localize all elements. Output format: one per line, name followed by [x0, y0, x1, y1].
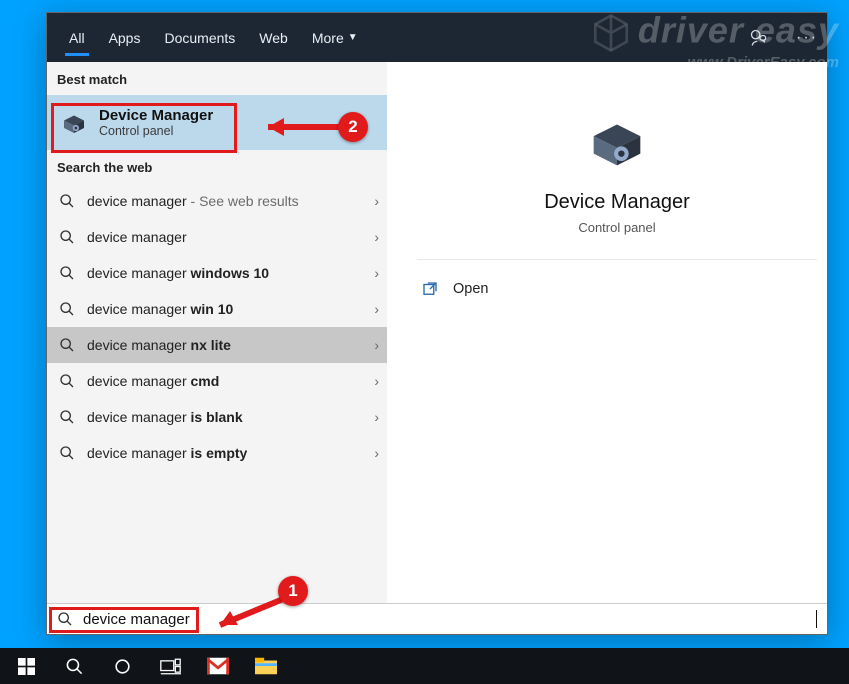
taskbar-gmail-button[interactable]: [196, 648, 240, 684]
cortana-icon: [113, 657, 132, 676]
search-icon: [59, 229, 75, 245]
open-icon: [421, 280, 439, 298]
web-result[interactable]: device manager win 10 ›: [47, 291, 387, 327]
taskbar-taskview-button[interactable]: [148, 648, 192, 684]
device-manager-large-icon: [576, 107, 658, 177]
chevron-right-icon: ›: [374, 409, 379, 425]
chevron-right-icon: ›: [374, 193, 379, 209]
search-icon: [59, 337, 75, 353]
preview-title: Device Manager: [417, 191, 817, 214]
section-best-match-label: Best match: [47, 62, 387, 95]
search-icon: [59, 409, 75, 425]
section-search-web-label: Search the web: [47, 150, 387, 183]
taskbar-search-button[interactable]: [52, 648, 96, 684]
search-icon: [59, 265, 75, 281]
tab-more[interactable]: More▼: [300, 13, 370, 62]
search-icon: [59, 193, 75, 209]
search-icon: [57, 611, 73, 627]
tab-apps[interactable]: Apps: [97, 13, 153, 62]
search-icon: [59, 445, 75, 461]
chevron-right-icon: ›: [374, 301, 379, 317]
web-result[interactable]: device manager ›: [47, 219, 387, 255]
preview-subtitle: Control panel: [417, 220, 817, 235]
taskbar: [0, 648, 849, 684]
results-column: Best match Device Manager Control panel …: [47, 62, 387, 603]
divider: [417, 259, 817, 260]
web-result[interactable]: device manager is empty ›: [47, 435, 387, 471]
preview-pane: Device Manager Control panel Open: [387, 62, 827, 603]
text-caret: [816, 610, 817, 628]
chevron-right-icon: ›: [374, 445, 379, 461]
search-input[interactable]: [83, 611, 817, 628]
open-action[interactable]: Open: [417, 270, 817, 308]
web-result[interactable]: device manager windows 10 ›: [47, 255, 387, 291]
best-match-result[interactable]: Device Manager Control panel: [47, 95, 387, 150]
best-match-subtitle: Control panel: [99, 124, 213, 138]
web-result[interactable]: device manager is blank ›: [47, 399, 387, 435]
web-result[interactable]: device manager cmd ›: [47, 363, 387, 399]
search-icon: [59, 301, 75, 317]
chevron-right-icon: ›: [374, 265, 379, 281]
taskbar-cortana-button[interactable]: [100, 648, 144, 684]
gmail-icon: [207, 657, 229, 675]
open-label: Open: [453, 281, 488, 297]
search-top-bar: All Apps Documents Web More▼ ···: [47, 13, 827, 62]
search-bar[interactable]: [47, 603, 827, 634]
tab-documents[interactable]: Documents: [152, 13, 247, 62]
more-options-icon[interactable]: ···: [793, 24, 821, 52]
chevron-right-icon: ›: [374, 373, 379, 389]
windows-logo-icon: [18, 658, 35, 675]
best-match-title: Device Manager: [99, 107, 213, 124]
chevron-down-icon: ▼: [348, 32, 358, 43]
file-explorer-icon: [255, 657, 277, 675]
feedback-icon[interactable]: [745, 24, 773, 52]
search-panel: All Apps Documents Web More▼ ··· Best ma…: [46, 12, 828, 635]
taskbar-explorer-button[interactable]: [244, 648, 288, 684]
chevron-right-icon: ›: [374, 337, 379, 353]
device-manager-icon: [59, 108, 89, 138]
web-result[interactable]: device manager - See web results ›: [47, 183, 387, 219]
tab-all[interactable]: All: [57, 13, 97, 62]
start-button[interactable]: [4, 648, 48, 684]
chevron-right-icon: ›: [374, 229, 379, 245]
search-icon: [65, 657, 84, 676]
web-result[interactable]: device manager nx lite ›: [47, 327, 387, 363]
search-icon: [59, 373, 75, 389]
tab-web[interactable]: Web: [247, 13, 300, 62]
task-view-icon: [160, 658, 181, 675]
